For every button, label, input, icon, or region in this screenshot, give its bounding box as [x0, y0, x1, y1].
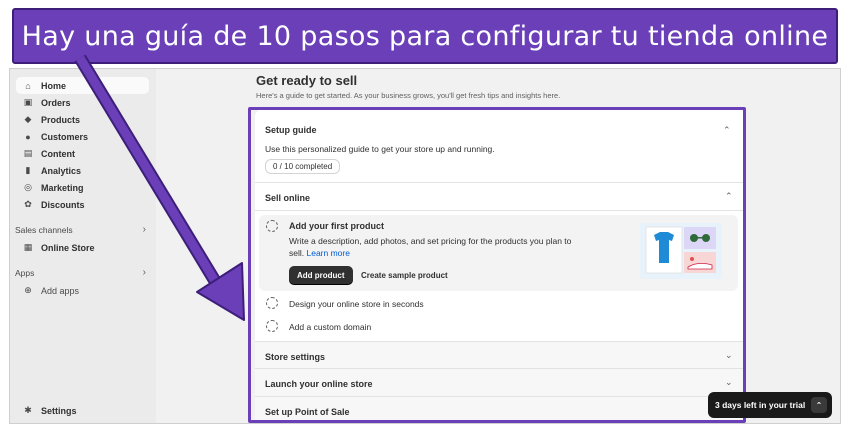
apps-label: Apps [15, 267, 35, 278]
sales-channels-label: Sales channels [15, 224, 73, 235]
page-subtitle: Here's a guide to get started. As your b… [256, 91, 561, 100]
chevron-right-icon: › [142, 267, 146, 278]
sidebar-item-marketing[interactable]: ◎ Marketing [16, 179, 149, 196]
chevron-up-icon[interactable]: ⌃ [725, 191, 733, 202]
sidebar-item-discounts[interactable]: ✿ Discounts [16, 196, 149, 213]
sidebar-item-label: Products [41, 114, 81, 125]
step-status-circle-icon[interactable] [266, 320, 278, 332]
caption-text: Hay una guía de 10 pasos para configurar… [21, 20, 829, 52]
store-icon: ▦ [23, 242, 33, 252]
step-description-line1: Write a description, add photos, and set… [289, 236, 572, 246]
chevron-right-icon: › [142, 224, 146, 235]
chevron-up-icon[interactable]: ⌃ [723, 125, 731, 136]
sidebar-item-online-store[interactable]: ▦ Online Store [16, 239, 149, 256]
target-icon: ◎ [24, 182, 32, 192]
home-icon: ⌂ [25, 80, 31, 91]
step-design-store[interactable]: Design your online store in seconds [289, 299, 424, 309]
divider [255, 182, 746, 183]
bar-chart-icon: ▮ [25, 165, 31, 175]
sidebar-item-label: Orders [41, 97, 71, 108]
sales-channels-header[interactable]: Sales channels › [15, 224, 150, 235]
section-launch-store[interactable]: Launch your online store [265, 379, 373, 389]
admin-window: ⌂ Home ▣ Orders ◆ Products ● Customers ▤… [9, 68, 841, 424]
main-content: Get ready to sell Here's a guide to get … [156, 69, 840, 423]
divider [255, 341, 746, 342]
sidebar-item-label: Add apps [41, 285, 80, 296]
section-store-settings[interactable]: Store settings [265, 352, 325, 362]
trial-text: 3 days left in your trial [715, 400, 806, 410]
image-icon: ▤ [23, 148, 33, 158]
sidebar-item-products[interactable]: ◆ Products [16, 111, 149, 128]
tag-icon: ◆ [24, 114, 32, 124]
chevron-down-icon[interactable]: ⌄ [725, 350, 733, 361]
chevron-down-icon[interactable]: ⌄ [725, 377, 733, 388]
sidebar-item-label: Marketing [41, 182, 84, 193]
page-title: Get ready to sell [256, 73, 358, 88]
sidebar-item-add-apps[interactable]: ⊕ Add apps [16, 282, 149, 299]
inbox-icon: ▣ [23, 97, 33, 107]
section-sell-online[interactable]: Sell online [265, 193, 310, 203]
create-sample-product-button[interactable]: Create sample product [361, 266, 448, 284]
sidebar-item-label: Home [41, 80, 67, 91]
sidebar: ⌂ Home ▣ Orders ◆ Products ● Customers ▤… [10, 69, 156, 423]
sidebar-item-home[interactable]: ⌂ Home [16, 77, 149, 94]
apps-header[interactable]: Apps › [15, 267, 150, 278]
sidebar-item-label: Discounts [41, 199, 85, 210]
sidebar-item-content[interactable]: ▤ Content [16, 145, 149, 162]
chevron-up-icon[interactable]: ⌃ [811, 397, 827, 413]
trial-toast[interactable]: 3 days left in your trial ⌃ [708, 392, 832, 418]
setup-guide-description: Use this personalized guide to get your … [265, 144, 495, 154]
section-point-of-sale[interactable]: Set up Point of Sale [265, 407, 350, 417]
step-description-tail: sell. [289, 248, 305, 258]
add-product-button[interactable]: Add product [289, 266, 353, 284]
sidebar-item-label: Analytics [41, 165, 82, 176]
divider [255, 396, 746, 397]
sidebar-item-settings[interactable]: ✱ Settings [16, 402, 149, 419]
divider [255, 210, 746, 211]
step-title: Add your first product [289, 221, 384, 231]
divider [255, 368, 746, 369]
gear-icon: ✱ [24, 405, 32, 415]
person-icon: ● [25, 131, 31, 142]
sidebar-item-customers[interactable]: ● Customers [16, 128, 149, 145]
sidebar-item-label: Settings [41, 405, 77, 416]
discount-icon: ✿ [24, 199, 32, 209]
sidebar-item-label: Online Store [41, 242, 95, 253]
step-description-line2: sell. Learn more [289, 248, 350, 258]
setup-guide-title: Setup guide [265, 125, 317, 135]
step-status-circle-icon[interactable] [266, 220, 278, 232]
progress-badge: 0 / 10 completed [265, 159, 341, 174]
step-status-circle-icon[interactable] [266, 297, 278, 309]
setup-guide-card: Setup guide ⌃ Use this personalized guid… [255, 109, 746, 423]
sidebar-item-label: Customers [41, 131, 89, 142]
step-custom-domain[interactable]: Add a custom domain [289, 322, 371, 332]
learn-more-link[interactable]: Learn more [307, 248, 350, 258]
sidebar-item-orders[interactable]: ▣ Orders [16, 94, 149, 111]
sidebar-item-label: Content [41, 148, 75, 159]
sidebar-item-analytics[interactable]: ▮ Analytics [16, 162, 149, 179]
caption-banner: Hay una guía de 10 pasos para configurar… [12, 8, 838, 64]
product-illustration [640, 223, 722, 279]
plus-circle-icon: ⊕ [24, 285, 32, 295]
